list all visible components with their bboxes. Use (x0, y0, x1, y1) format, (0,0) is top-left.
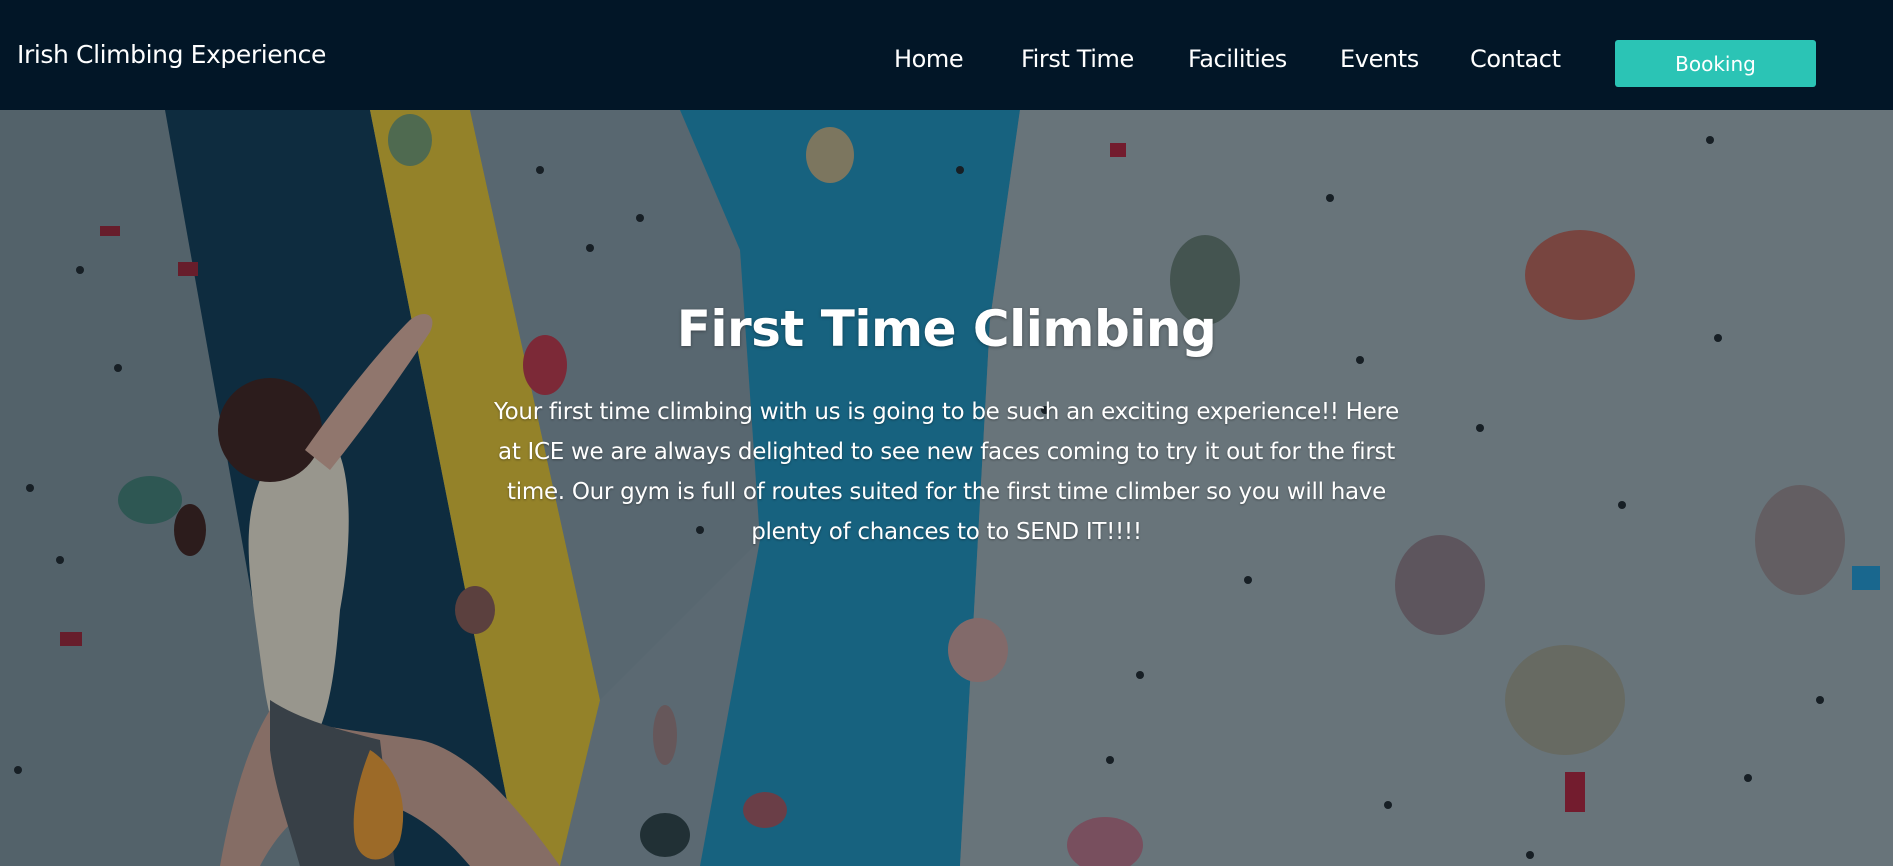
hero-content: First Time Climbing Your first time clim… (480, 300, 1413, 552)
booking-button[interactable]: Booking (1615, 40, 1816, 87)
navbar: Irish Climbing Experience Home First Tim… (0, 0, 1893, 110)
nav-link-home[interactable]: Home (894, 45, 964, 73)
nav-link-events[interactable]: Events (1340, 45, 1419, 73)
nav-link-facilities[interactable]: Facilities (1188, 45, 1287, 73)
hero-section: First Time Climbing Your first time clim… (0, 110, 1893, 866)
nav-link-first-time[interactable]: First Time (1021, 45, 1134, 73)
nav-link-contact[interactable]: Contact (1470, 45, 1561, 73)
hero-description: Your first time climbing with us is goin… (493, 399, 1400, 545)
hero-title: First Time Climbing (676, 300, 1217, 358)
main-nav: Home First Time Facilities Events Contac… (0, 45, 1893, 79)
